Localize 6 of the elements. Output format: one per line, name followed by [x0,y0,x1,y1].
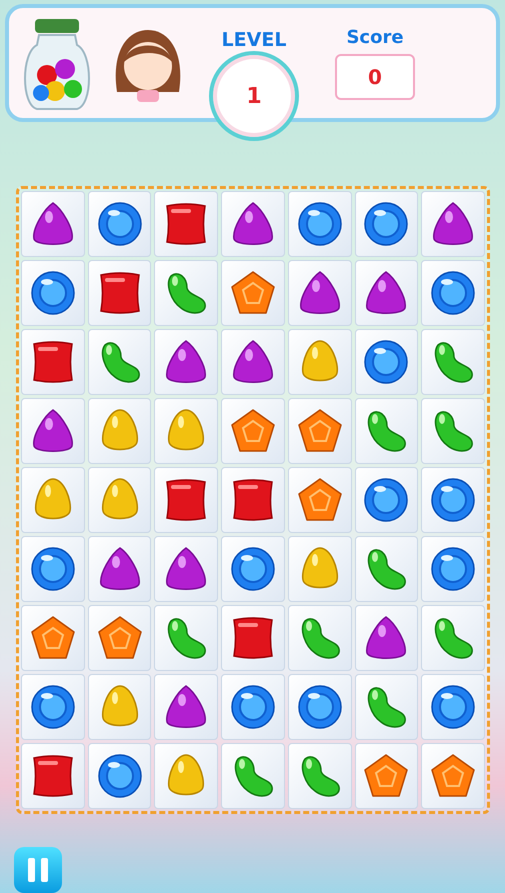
score-label: Score [346,26,404,48]
level-number: 1 [246,84,262,108]
pause-icon [25,857,51,883]
score-value: 0 [335,54,415,100]
pause-button[interactable] [14,847,62,893]
level-label: LEVEL [222,29,286,51]
